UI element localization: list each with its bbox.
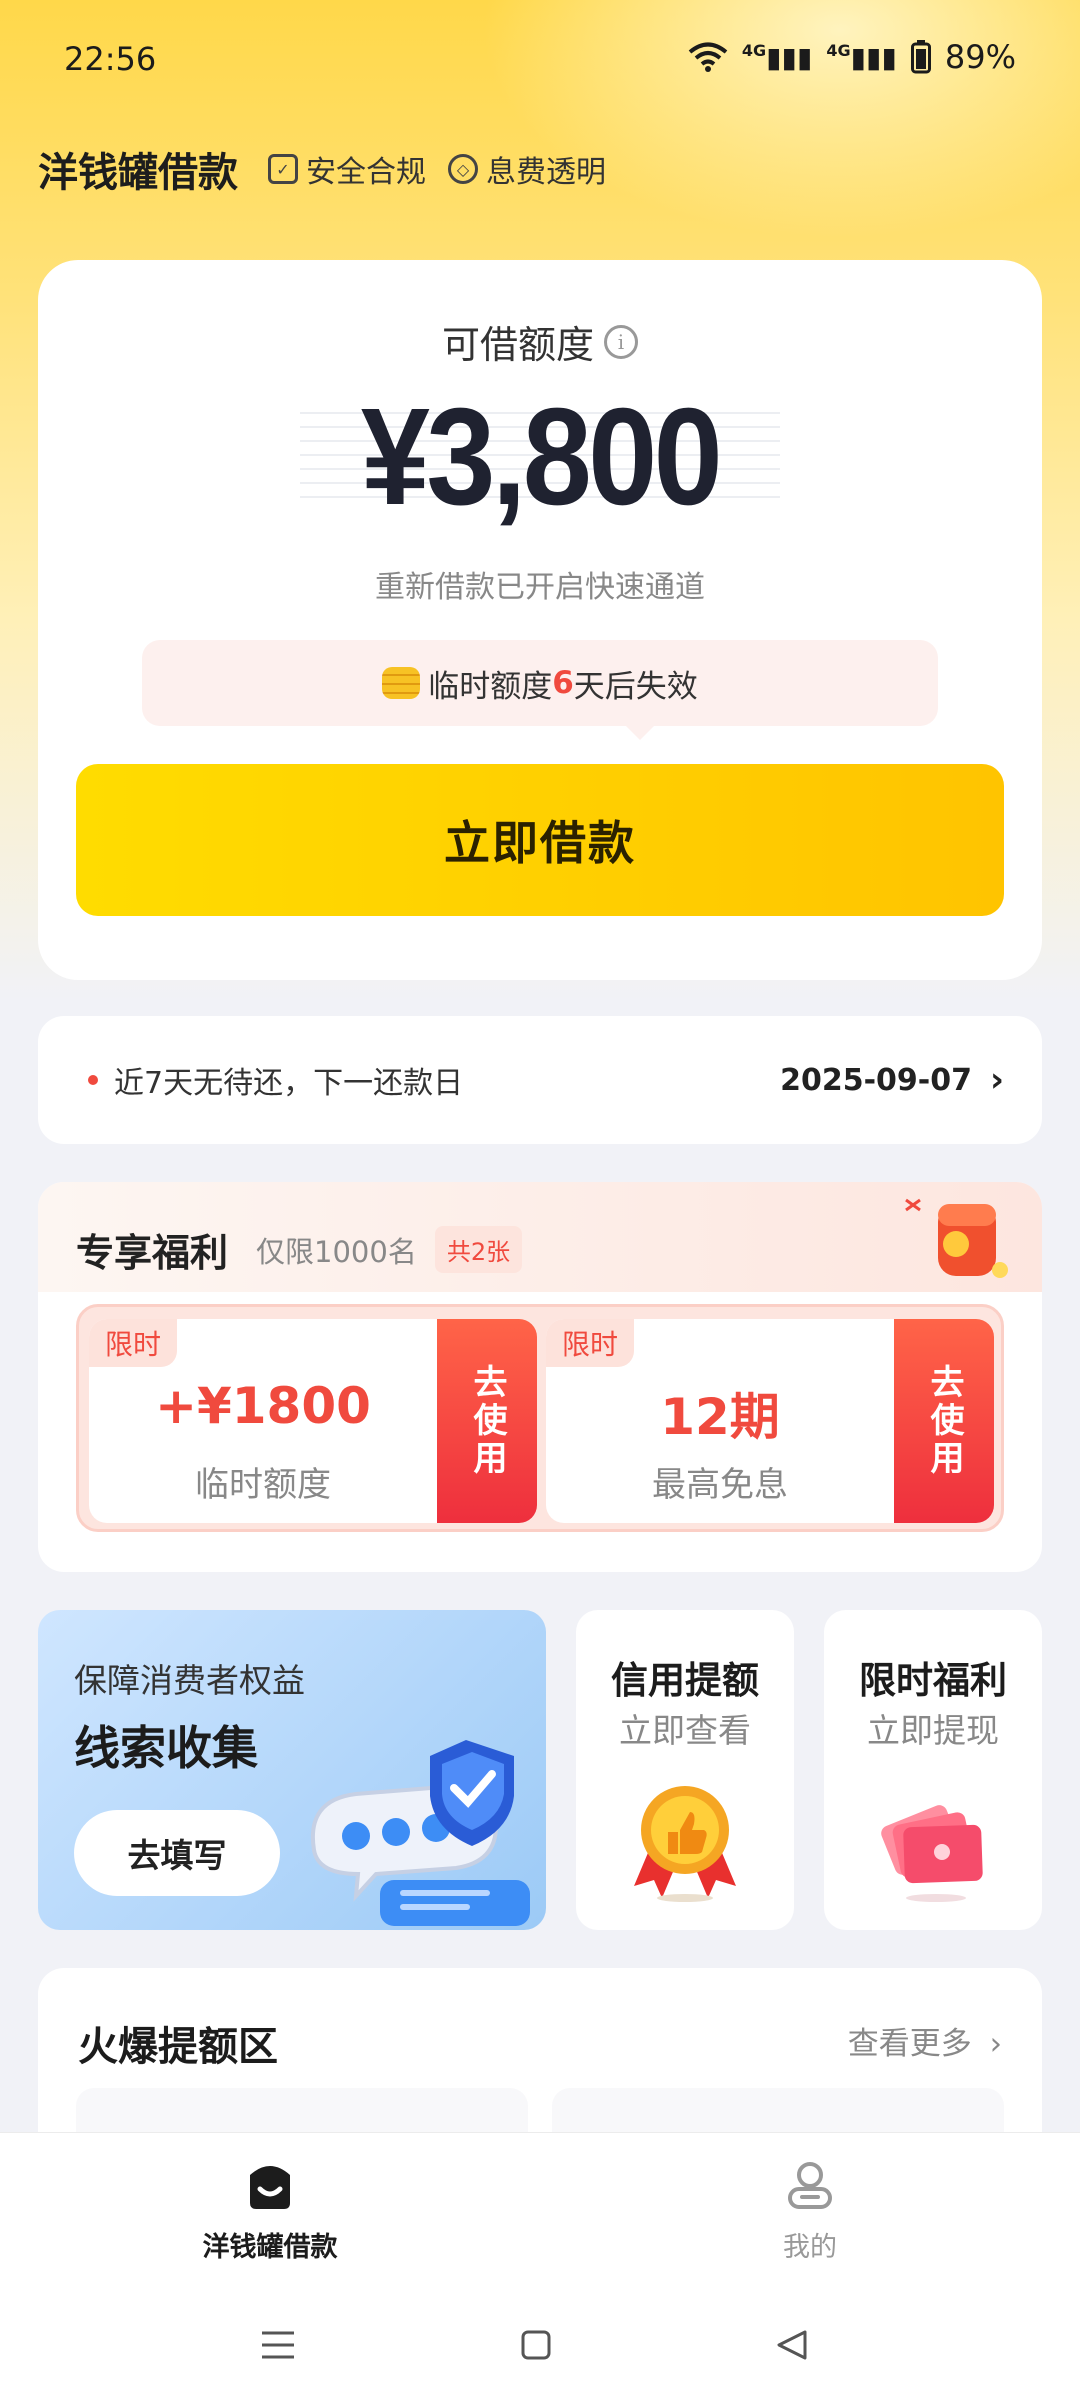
status-time: 22:56 [64,40,157,78]
medal-thumbs-up-icon [634,1786,736,1902]
credit-card: 可借额度 i ¥3,800 重新借款已开启快速通道 临时额度 6 天后失效 立即借款 [38,260,1042,980]
back-triangle-icon[interactable] [762,2320,822,2370]
nav-home[interactable]: 洋钱罐借款 [170,2159,370,2264]
credit-label: 可借额度 [441,323,594,367]
expire-days: 6 [552,665,574,701]
repayment-row[interactable]: 近7天无待还，下一还款日 2025-09-07 › [38,1016,1042,1144]
coupon-desc: 最高免息 [652,1465,788,1505]
signal-icon: 4G▮▮▮ [741,40,813,74]
bottom-nav: 洋钱罐借款 我的 [0,2132,1080,2292]
coupon-container: 限时 +¥1800 临时额度 去使用 限时 12期 最高免息 去使用 [76,1304,1004,1532]
feedback-card[interactable]: 保障消费者权益 线索收集 去填写 [38,1610,546,1930]
chat-bubble-shield-icon [310,1740,530,1926]
benefit-title: 专享福利 [76,1222,228,1277]
feedback-subtitle: 保障消费者权益 [74,1661,305,1700]
hot-section: 火爆提额区 查看更多 › [38,1968,1042,2148]
limited-benefit-title: 限时福利 [859,1659,1007,1702]
benefit-count-badge: 共2张 [434,1226,523,1273]
nav-mine[interactable]: 我的 [710,2159,910,2264]
home-bag-icon [250,2166,290,2209]
red-envelope-icon [905,1198,1008,1278]
status-icons: 4G▮▮▮ 4G▮▮▮ 89% [688,38,1016,76]
nav-mine-label: 我的 [783,2232,837,2263]
benefit-limit: 仅限1000名 [256,1234,417,1269]
feedback-title: 线索收集 [74,1721,258,1775]
coupon-desc: 临时额度 [195,1465,331,1505]
limited-benefit-subtitle: 立即提现 [867,1711,999,1750]
credit-label-row: 可借额度 i [38,314,1042,369]
chevron-right-icon: › [989,2026,1002,2062]
system-nav-bar [0,2292,1080,2400]
status-dot [88,1075,98,1085]
benefit-section: 专享福利 仅限1000名 共2张 限时 +¥1800 临时额度 去使用 限时 1… [38,1182,1042,1572]
user-icon [788,2162,832,2209]
view-more-link[interactable]: 查看更多 › [848,2018,1002,2063]
limited-benefit-card[interactable]: 限时福利 立即提现 [824,1610,1042,1930]
nav-home-label: 洋钱罐借款 [202,2232,338,2263]
credit-increase-card[interactable]: 信用提额 立即查看 [576,1610,794,1930]
benefit-title-row: 专享福利 仅限1000名 共2张 [76,1222,523,1277]
menu-icon[interactable] [248,2320,308,2370]
app-header: 洋钱罐借款 ✓ 安全合规 ◇ 息费透明 [38,140,628,198]
red-envelopes-icon [881,1805,983,1902]
credit-increase-subtitle: 立即查看 [619,1711,751,1750]
wifi-icon [688,42,728,72]
credit-amount: ¥3,800 [360,380,723,534]
expire-tip: 临时额度 6 天后失效 [142,640,938,740]
coupon-badge: 限时 [546,1319,635,1367]
tag-fee[interactable]: ◇ 息费透明 [448,147,606,191]
diamond-icon: ◇ [448,154,478,184]
coupon-body: 限时 12期 最高免息 [546,1319,894,1523]
repayment-text: 近7天无待还，下一还款日 [114,1066,464,1101]
battery-percent: 89% [944,38,1016,76]
app-title: 洋钱罐借款 [38,150,238,196]
shield-check-icon: ✓ [268,154,298,184]
fill-in-button[interactable]: 去填写 [74,1810,280,1896]
battery-icon [910,40,931,74]
signal-icon-2: 4G▮▮▮ [826,40,897,74]
coupon-value: 12期 [660,1388,780,1446]
borrow-now-button[interactable]: 立即借款 [76,764,1004,916]
credit-increase-title: 信用提额 [611,1659,759,1702]
fast-channel-text: 重新借款已开启快速通道 [375,570,705,605]
coupon-credit[interactable]: 限时 +¥1800 临时额度 去使用 [89,1319,537,1523]
chevron-right-icon: › [989,1060,1004,1100]
use-coupon-button[interactable]: 去使用 [894,1319,994,1523]
hot-section-title: 火爆提额区 [78,2024,278,2070]
tag-safe[interactable]: ✓ 安全合规 [268,147,426,191]
home-square-icon[interactable] [506,2320,566,2370]
coupon-badge: 限时 [89,1319,178,1367]
use-coupon-button[interactable]: 去使用 [437,1319,537,1523]
info-icon[interactable]: i [604,324,638,359]
coin-stack-icon [382,667,421,699]
coupon-body: 限时 +¥1800 临时额度 [89,1319,437,1523]
coupon-interest-free[interactable]: 限时 12期 最高免息 去使用 [546,1319,994,1523]
coupon-value: +¥1800 [155,1377,371,1435]
repayment-date: 2025-09-07 [780,1062,972,1098]
status-bar: 22:56 4G▮▮▮ 4G▮▮▮ 89% [0,0,1080,120]
